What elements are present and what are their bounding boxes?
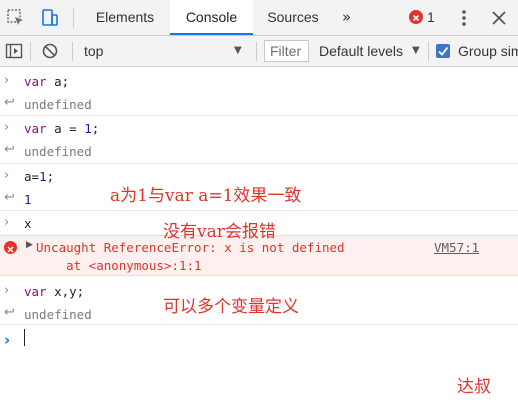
- console-input-line: › var a;: [0, 71, 518, 93]
- toolbar-divider: [72, 42, 73, 61]
- console-result-text: undefined: [24, 144, 92, 159]
- tabbar-divider: [73, 8, 74, 28]
- error-icon[interactable]: [409, 10, 423, 24]
- group-similar-checkbox[interactable]: [436, 44, 450, 58]
- toolbar-divider: [256, 42, 257, 61]
- console-input-text: x: [24, 216, 32, 231]
- context-selector[interactable]: top: [84, 36, 103, 66]
- dropdown-arrow-icon[interactable]: ▼: [412, 36, 420, 66]
- annotation-note: 可以多个变量定义: [163, 297, 299, 317]
- annotation-signature: 达叔: [457, 377, 491, 397]
- return-arrow-icon: ↩: [4, 95, 15, 110]
- tab-elements[interactable]: Elements: [84, 0, 166, 35]
- input-chevron-icon: ›: [4, 215, 10, 230]
- console-input-text: a=1;: [24, 169, 55, 184]
- error-stack-trace: at <anonymous>:1:1: [36, 258, 202, 273]
- console-input-text: var a = 1;: [24, 121, 100, 136]
- dropdown-arrow-icon[interactable]: ▼: [234, 36, 242, 66]
- annotation-note: 没有var会报错: [163, 222, 276, 242]
- group-similar-label: Group similar: [458, 43, 518, 59]
- device-toggle-icon[interactable]: [40, 8, 60, 28]
- log-levels-selector[interactable]: Default levels: [319, 36, 403, 66]
- console-toolbar: top ▼ Filter Default levels ▼ Group simi…: [0, 36, 518, 67]
- console-result-text: undefined: [24, 97, 92, 112]
- annotation-note: a为1与var a=1效果一致: [110, 186, 302, 206]
- console-input-text: var x,y;: [24, 284, 85, 299]
- input-chevron-icon: ›: [4, 120, 10, 135]
- kebab-menu-icon[interactable]: [458, 9, 470, 27]
- console-result-line: ↩ undefined: [0, 140, 518, 164]
- error-message: Uncaught ReferenceError: x is not define…: [36, 240, 345, 255]
- input-chevron-icon: ›: [4, 73, 10, 88]
- console-result-text: 1: [24, 192, 32, 207]
- console-prompt-icon: ›: [4, 331, 11, 349]
- toolbar-divider: [428, 42, 429, 61]
- tab-console[interactable]: Console: [170, 0, 253, 35]
- inspect-icon[interactable]: [6, 8, 26, 28]
- error-count[interactable]: 1: [427, 0, 435, 35]
- filter-input[interactable]: Filter: [264, 40, 309, 62]
- tab-sources[interactable]: Sources: [258, 0, 328, 35]
- more-tabs-button[interactable]: »: [342, 0, 351, 35]
- console-input-line: › var a = 1;: [0, 118, 518, 140]
- console-input-caret[interactable]: [24, 329, 25, 346]
- error-icon: [4, 241, 17, 254]
- input-chevron-icon: ›: [4, 168, 10, 183]
- return-arrow-icon: ↩: [4, 190, 15, 205]
- console-result-text: undefined: [24, 307, 92, 322]
- clear-console-icon[interactable]: [41, 42, 59, 60]
- input-chevron-icon: ›: [4, 283, 10, 298]
- expand-triangle-icon[interactable]: ▶: [26, 240, 33, 250]
- console-output[interactable]: › var a; ↩ undefined › var a = 1; ↩ unde…: [0, 67, 518, 406]
- console-input-text: var a;: [24, 74, 70, 89]
- close-icon[interactable]: [490, 9, 508, 27]
- devtools-tabbar: Elements Console Sources » 1: [0, 0, 518, 36]
- return-arrow-icon: ↩: [4, 305, 15, 320]
- return-arrow-icon: ↩: [4, 142, 15, 157]
- error-source-link[interactable]: VM57:1: [434, 240, 479, 255]
- console-result-line: ↩ undefined: [0, 93, 518, 116]
- toolbar-divider: [30, 42, 31, 61]
- sidebar-toggle-icon[interactable]: [5, 42, 23, 60]
